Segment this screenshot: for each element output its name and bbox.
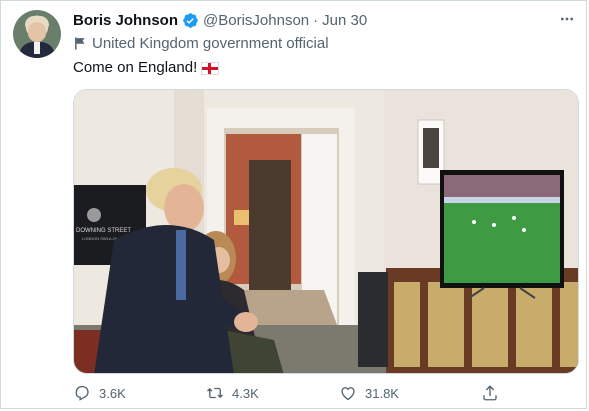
photo-sign-text: DOWNING STREET <box>76 228 131 234</box>
tweet-text: Come on England! <box>73 59 198 76</box>
tweet-header: Boris Johnson @BorisJohnson · Jun 30 <box>73 10 367 30</box>
tweet-date[interactable]: Jun 30 <box>322 12 367 29</box>
retweet-count: 4.3K <box>232 385 259 401</box>
tweet-photo[interactable]: DOWNING STREET LONDON SW1A 2AA <box>73 89 579 374</box>
share-button[interactable] <box>481 384 507 402</box>
avatar-shirt <box>34 42 40 54</box>
account-label[interactable]: United Kingdom government official <box>73 33 329 53</box>
reply-count: 3.6K <box>99 385 126 401</box>
action-bar: 3.6K 4.3K 31.8K <box>73 384 513 408</box>
retweet-button[interactable]: 4.3K <box>206 384 259 402</box>
verified-badge-icon <box>182 12 199 29</box>
retweet-icon <box>207 387 223 399</box>
england-flag-icon <box>201 61 220 75</box>
photo-scene: DOWNING STREET LONDON SW1A 2AA <box>74 90 578 373</box>
like-button[interactable]: 31.8K <box>339 384 399 402</box>
like-count: 31.8K <box>365 385 399 401</box>
avatar-face <box>28 22 46 42</box>
author-name[interactable]: Boris Johnson <box>73 12 178 29</box>
more-icon[interactable] <box>557 11 577 27</box>
author-avatar[interactable] <box>13 10 61 58</box>
tweet-body: Come on England! <box>73 58 220 78</box>
flag-icon <box>73 36 88 51</box>
like-icon <box>341 387 355 401</box>
reply-button[interactable]: 3.6K <box>73 384 126 402</box>
label-text: United Kingdom government official <box>92 34 329 52</box>
tweet-card[interactable]: Boris Johnson @BorisJohnson · Jun 30 Uni… <box>0 0 587 409</box>
share-icon <box>483 385 497 401</box>
reply-icon <box>75 385 89 401</box>
author-handle[interactable]: @BorisJohnson <box>203 12 309 29</box>
header-separator: · <box>313 11 319 29</box>
